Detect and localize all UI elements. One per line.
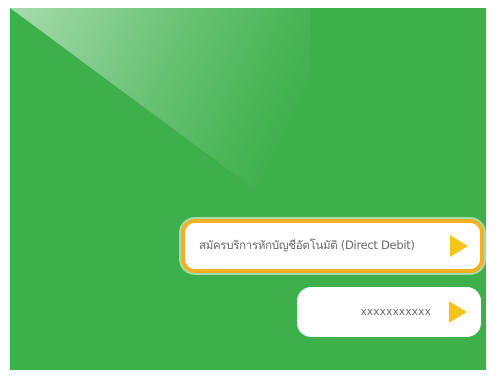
direct-debit-label: สมัครบริการหักบัญชีอัตโนมัติ (Direct Deb…: [199, 238, 415, 252]
secondary-menu-button[interactable]: xxxxxxxxxxx: [297, 287, 481, 337]
play-arrow-icon: [449, 301, 467, 323]
play-arrow-icon: [450, 235, 468, 257]
secondary-menu-label: xxxxxxxxxxx: [360, 306, 431, 318]
direct-debit-button[interactable]: สมัครบริการหักบัญชีอัตโนมัติ (Direct Deb…: [181, 219, 484, 273]
app-screen: สมัครบริการหักบัญชีอัตโนมัติ (Direct Deb…: [10, 8, 486, 370]
